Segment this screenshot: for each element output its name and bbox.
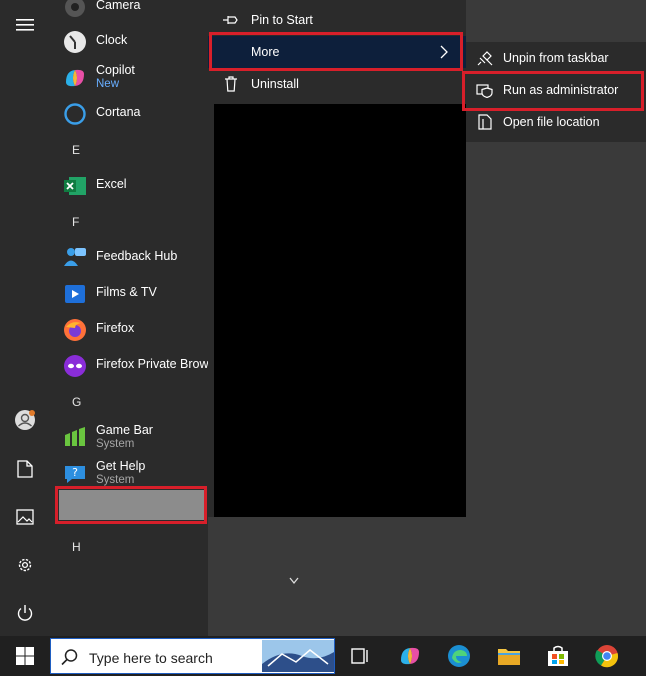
app-list: Camera Clock Copilot New Cortana E Excel… <box>50 0 218 636</box>
app-label: Firefox <box>96 321 135 335</box>
app-item-films-tv[interactable]: Films & TV <box>50 274 208 310</box>
app-label: Camera <box>96 0 141 12</box>
app-item-cortana[interactable]: Cortana <box>50 94 208 130</box>
app-label: Feedback Hub <box>96 249 178 263</box>
uninstall-menu-item[interactable]: Uninstall <box>208 68 466 100</box>
app-label: Films & TV <box>96 285 157 299</box>
hamburger-menu-icon[interactable] <box>0 5 50 45</box>
app-item-firefox[interactable]: Firefox <box>50 310 208 346</box>
menu-label: More <box>251 45 280 59</box>
pin-icon <box>222 12 240 28</box>
search-placeholder: Type here to search <box>89 650 213 666</box>
app-label: Copilot <box>96 63 135 77</box>
trash-icon <box>222 76 240 92</box>
unpin-from-taskbar-menu-item[interactable]: Unpin from taskbar <box>466 42 646 74</box>
copilot-taskbar-icon[interactable] <box>398 644 422 668</box>
excel-icon <box>63 174 87 198</box>
letter-header-e[interactable]: E <box>72 143 80 157</box>
app-item-feedback-hub[interactable]: Feedback Hub <box>50 238 208 274</box>
search-highlight-image <box>262 640 334 672</box>
app-label: Clock <box>96 33 128 47</box>
new-badge: New <box>96 78 120 90</box>
chevron-right-icon <box>440 45 448 62</box>
more-menu-item[interactable]: More <box>208 36 466 68</box>
app-item-firefox-private-browsing[interactable]: Firefox Private Browsi <box>50 346 218 382</box>
films-tv-icon <box>63 282 87 306</box>
cortana-icon <box>63 102 87 126</box>
menu-label: Uninstall <box>251 77 299 91</box>
camera-icon <box>63 0 87 19</box>
app-item-game-bar[interactable]: Game Bar System <box>50 418 208 454</box>
chrome-icon[interactable] <box>595 644 619 668</box>
menu-label: Pin to Start <box>251 13 313 27</box>
task-view-icon[interactable] <box>348 644 372 668</box>
settings-gear-icon[interactable] <box>0 545 50 585</box>
letter-header-f[interactable]: F <box>72 215 79 229</box>
search-icon <box>61 648 79 669</box>
letter-header-g[interactable]: G <box>72 395 81 409</box>
start-icon[interactable] <box>13 644 37 668</box>
taskbar-search-box[interactable]: Type here to search <box>50 638 335 674</box>
app-label: Cortana <box>96 105 141 119</box>
run-as-administrator-menu-item[interactable]: Run as administrator <box>466 74 646 106</box>
more-submenu: Unpin from taskbar Run as administrator … <box>466 42 646 142</box>
blank-region <box>214 104 466 517</box>
edge-icon[interactable] <box>447 644 471 668</box>
menu-label: Open file location <box>503 115 600 129</box>
user-account-icon[interactable] <box>0 400 50 440</box>
app-label: Excel <box>96 177 127 191</box>
file-location-icon <box>476 114 494 130</box>
app-label: Get Help <box>96 459 146 473</box>
app-item-excel[interactable]: Excel <box>50 166 208 202</box>
power-icon[interactable] <box>0 593 50 633</box>
documents-icon[interactable] <box>0 449 50 489</box>
svg-text:?: ? <box>72 466 78 479</box>
pin-to-start-menu-item[interactable]: Pin to Start <box>208 4 466 36</box>
start-left-rail <box>0 0 50 636</box>
unpin-icon <box>476 50 494 66</box>
admin-shield-icon <box>476 82 494 98</box>
firefox-icon <box>63 318 87 342</box>
clock-icon <box>63 30 87 54</box>
app-label: Firefox Private Browsi <box>96 357 218 371</box>
app-sublabel: System <box>96 438 135 450</box>
pictures-icon[interactable] <box>0 497 50 537</box>
app-item-camera[interactable]: Camera <box>50 0 208 23</box>
letter-header-h[interactable]: H <box>72 540 81 554</box>
app-item-clock[interactable]: Clock <box>50 22 208 58</box>
get-help-icon: ? <box>63 462 87 486</box>
selected-app-item[interactable] <box>59 490 204 520</box>
app-sublabel: System <box>96 474 135 486</box>
app-label: Game Bar <box>96 423 153 437</box>
menu-label: Unpin from taskbar <box>503 51 609 65</box>
open-file-location-menu-item[interactable]: Open file location <box>466 106 646 138</box>
file-explorer-icon[interactable] <box>497 644 521 668</box>
scroll-down-chevron-icon[interactable] <box>289 574 299 588</box>
store-icon[interactable] <box>546 644 570 668</box>
menu-label: Run as administrator <box>503 83 619 97</box>
app-item-get-help[interactable]: ? Get Help System <box>50 454 208 490</box>
game-bar-icon <box>63 426 87 450</box>
feedback-hub-icon <box>63 246 87 270</box>
app-item-copilot[interactable]: Copilot New <box>50 58 208 94</box>
copilot-icon <box>63 66 87 90</box>
firefox-private-icon <box>63 354 87 378</box>
